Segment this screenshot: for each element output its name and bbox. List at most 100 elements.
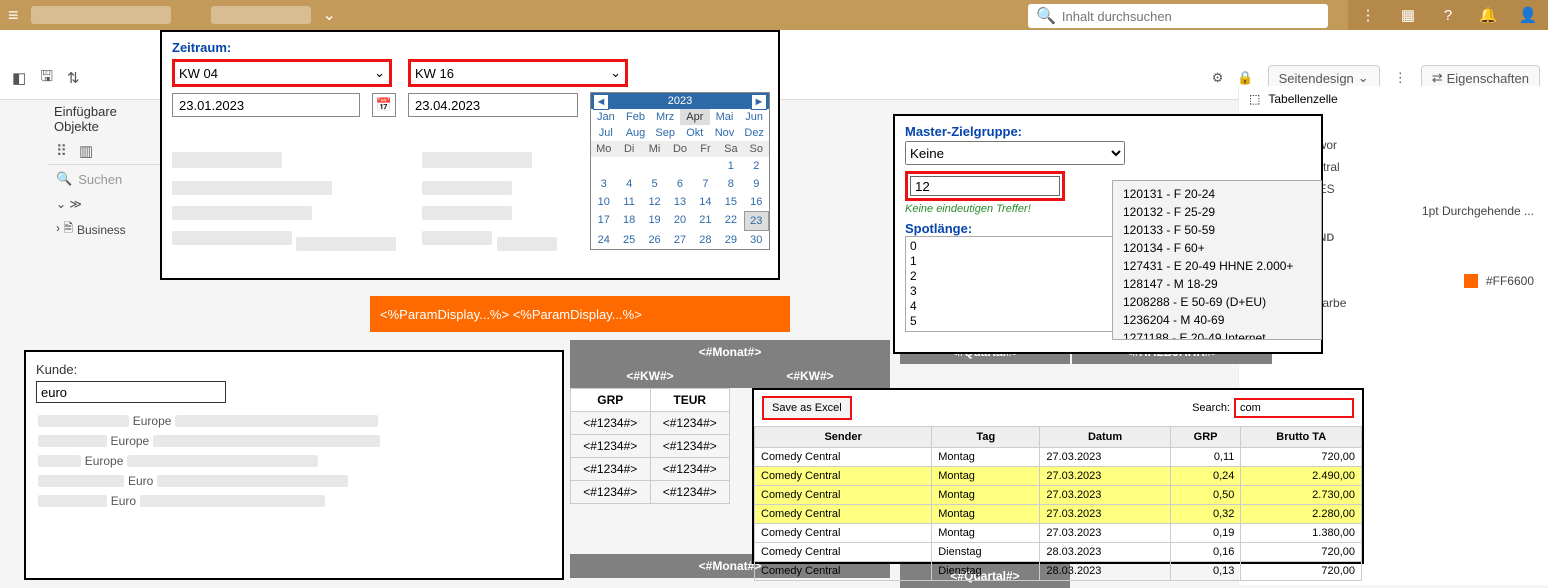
cal-prev[interactable]: ◄ <box>593 94 609 110</box>
table-row[interactable]: Comedy CentralMontag27.03.20230,242.490,… <box>755 467 1362 486</box>
spot-value[interactable]: 2 <box>910 269 1120 284</box>
tab-column-icon[interactable]: ▥ <box>79 142 93 160</box>
tree-expand[interactable]: ⌄ ≫ <box>48 193 163 215</box>
cal-month[interactable]: Apr <box>680 109 710 125</box>
zg-suggestion[interactable]: 120132 - F 25-29 <box>1113 203 1321 221</box>
cal-day[interactable]: 11 <box>616 193 641 211</box>
cal-day[interactable]: 12 <box>642 193 667 211</box>
cal-day[interactable]: 1 <box>718 157 743 175</box>
zg-suggestion[interactable]: 127431 - E 20-49 HHNE 2.000+ <box>1113 257 1321 275</box>
cal-day[interactable]: 10 <box>591 193 616 211</box>
table-row[interactable]: Comedy CentralDienstag28.03.20230,16720,… <box>755 543 1362 562</box>
more-icon[interactable]: ⋮ <box>1394 70 1407 86</box>
help-icon[interactable]: ? <box>1428 0 1468 30</box>
calendar-icon[interactable]: 📅 <box>372 93 396 117</box>
global-search[interactable]: 🔍 <box>1028 4 1328 28</box>
date-to-input[interactable]: 23.04.2023 <box>408 93 578 117</box>
cal-day[interactable]: 17 <box>591 211 616 231</box>
cal-day[interactable]: 30 <box>744 231 769 249</box>
cal-month[interactable]: Jun <box>739 109 769 125</box>
user-icon[interactable]: 👤 <box>1508 0 1548 30</box>
cal-day[interactable]: 23 <box>744 211 769 231</box>
cal-day[interactable]: 14 <box>693 193 718 211</box>
adjust-icon[interactable]: ⚙ <box>1212 70 1224 86</box>
zg-select[interactable]: Keine <box>905 141 1125 165</box>
table-row[interactable]: Comedy CentralDienstag28.03.20230,13720,… <box>755 562 1362 581</box>
more-icon[interactable]: ⋮ <box>1348 0 1388 30</box>
col-header[interactable]: Sender <box>755 427 932 448</box>
cal-day[interactable]: 21 <box>693 211 718 231</box>
cal-month[interactable]: Nov <box>710 125 740 141</box>
col-header[interactable]: GRP <box>1170 427 1241 448</box>
cal-day[interactable]: 3 <box>591 175 616 193</box>
cal-day[interactable]: 20 <box>667 211 692 231</box>
cal-month[interactable]: Sep <box>650 125 680 141</box>
cal-day[interactable]: 25 <box>616 231 641 249</box>
cal-month[interactable]: Jul <box>591 125 621 141</box>
bell-icon[interactable]: 🔔 <box>1468 0 1508 30</box>
zg-suggestion[interactable]: 1208288 - E 50-69 (D+EU) <box>1113 293 1321 311</box>
cal-day[interactable]: 16 <box>744 193 769 211</box>
color-swatch[interactable] <box>1464 274 1478 288</box>
table-row[interactable]: Comedy CentralMontag27.03.20230,502.730,… <box>755 486 1362 505</box>
cal-day[interactable]: 9 <box>744 175 769 193</box>
cal-year[interactable]: 2023 <box>668 95 692 107</box>
cal-month[interactable]: Mai <box>710 109 740 125</box>
cal-day[interactable]: 2 <box>744 157 769 175</box>
kunde-option[interactable]: Europe <box>36 411 552 431</box>
cal-month[interactable]: Mrz <box>650 109 680 125</box>
kunde-option[interactable]: Euro <box>36 471 552 491</box>
spot-value[interactable]: 4 <box>910 299 1120 314</box>
tree-business[interactable]: › 🗎 Business <box>48 215 163 244</box>
kunde-option[interactable]: Euro <box>36 491 552 511</box>
cal-month[interactable]: Jan <box>591 109 621 125</box>
cal-day[interactable]: 7 <box>693 175 718 193</box>
save-icon[interactable]: 🖫 <box>40 66 53 91</box>
cal-day[interactable]: 4 <box>616 175 641 193</box>
cal-day[interactable]: 27 <box>667 231 692 249</box>
table-row[interactable]: Comedy CentralMontag27.03.20230,322.280,… <box>755 505 1362 524</box>
menu-icon[interactable]: ≡ <box>8 5 19 26</box>
zg-suggestion[interactable]: 1236204 - M 40-69 <box>1113 311 1321 329</box>
tab-tree-icon[interactable]: ⠿ <box>56 142 67 160</box>
kw-to-select[interactable]: KW 16⌄ <box>408 59 628 87</box>
kunde-option[interactable]: Europe <box>36 431 552 451</box>
cal-day[interactable]: 13 <box>667 193 692 211</box>
cal-day[interactable]: 28 <box>693 231 718 249</box>
kunde-list[interactable]: EuropeEuropeEuropeEuroEuro <box>36 411 552 511</box>
spot-value[interactable]: 3 <box>910 284 1120 299</box>
cal-month[interactable]: Aug <box>621 125 651 141</box>
kunde-input[interactable] <box>36 381 226 403</box>
save-excel-button[interactable]: Save as Excel <box>762 396 852 420</box>
kunde-option[interactable]: Europe <box>36 451 552 471</box>
cal-month[interactable]: Feb <box>621 109 651 125</box>
kw-from-select[interactable]: KW 04⌄ <box>172 59 392 87</box>
cal-day[interactable]: 5 <box>642 175 667 193</box>
table-row[interactable]: Comedy CentralMontag27.03.20230,191.380,… <box>755 524 1362 543</box>
lock-icon[interactable]: 🔒 <box>1237 70 1253 86</box>
zg-suggestion[interactable]: 120133 - F 50-59 <box>1113 221 1321 239</box>
cal-month[interactable]: Okt <box>680 125 710 141</box>
spot-value[interactable]: 1 <box>910 254 1120 269</box>
cal-day[interactable]: 19 <box>642 211 667 231</box>
cal-day[interactable]: 15 <box>718 193 743 211</box>
zg-input[interactable] <box>910 176 1060 196</box>
spot-value[interactable]: 6 <box>910 329 1120 332</box>
global-search-input[interactable] <box>1056 9 1320 24</box>
date-from-input[interactable]: 23.01.2023 <box>172 93 360 117</box>
cal-day[interactable]: 8 <box>718 175 743 193</box>
spot-list[interactable]: 0123456 <box>905 236 1125 332</box>
cal-next[interactable]: ► <box>751 94 767 110</box>
table-search-input[interactable] <box>1234 398 1354 418</box>
col-header[interactable]: Brutto TA <box>1241 427 1362 448</box>
line-style[interactable]: 1pt Durchgehende ... <box>1422 204 1534 218</box>
cal-month[interactable]: Dez <box>739 125 769 141</box>
cal-day[interactable]: 22 <box>718 211 743 231</box>
cal-day[interactable]: 18 <box>616 211 641 231</box>
grid-icon[interactable]: ▦ <box>1388 0 1428 30</box>
spot-value[interactable]: 0 <box>910 239 1120 254</box>
sidebar-toggle-icon[interactable]: ◧ <box>12 69 26 87</box>
col-header[interactable]: Datum <box>1040 427 1170 448</box>
cal-day[interactable]: 6 <box>667 175 692 193</box>
table-row[interactable]: Comedy CentralMontag27.03.20230,11720,00 <box>755 448 1362 467</box>
